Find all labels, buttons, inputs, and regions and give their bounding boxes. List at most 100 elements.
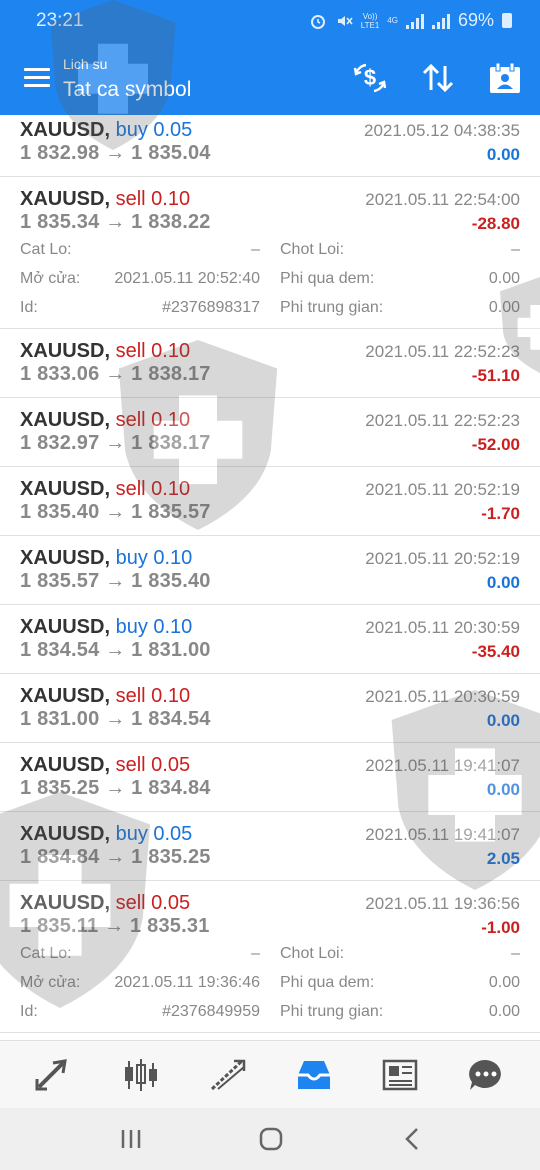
back-icon[interactable] [398,1126,428,1152]
trade-item[interactable]: XAUUSD, sell 0.10 2021.05.11 20:52:19 1 83… [0,467,540,536]
sort-arrows-icon[interactable] [420,60,456,96]
trade-detail-row: Id: #2376898317 Phi trung gian: 0.00 [0,294,540,323]
trade-symbol: XAUUSD, sell 0.10 [20,478,190,501]
signal-icon [405,13,424,29]
menu-icon[interactable] [24,68,50,88]
trade-side: buy 0.10 [115,547,193,569]
trade-side: sell 0.10 [115,340,191,362]
symbol-name: XAUUSD, [20,823,111,845]
symbol-name: XAUUSD, [20,616,111,638]
trade-row-prices: 1 831.00 → 1 834.54 0.00 [0,708,540,733]
trade-symbol: XAUUSD, buy 0.05 [20,823,192,846]
header-title[interactable]: Tat ca symbol [63,78,191,102]
trade-profit: 0.00 [486,780,520,799]
detail-value: 0.00 [488,974,520,991]
recent-apps-icon[interactable] [116,1126,146,1152]
trade-symbol: XAUUSD, sell 0.05 [20,892,190,915]
trade-item[interactable]: XAUUSD, sell 0.10 2021.05.11 22:54:00 1 83… [0,177,540,329]
trade-row-header: XAUUSD, sell 0.10 2021.05.11 20:52:19 [0,476,540,501]
trade-row-header: XAUUSD, buy 0.10 2021.05.11 20:52:19 [0,545,540,570]
trade-item[interactable]: XAUUSD, sell 0.10 2021.05.11 22:52:23 1 83… [0,398,540,467]
trade-item[interactable]: XAUUSD, buy 0.05 2021.05.12 04:38:35 1 832… [0,115,540,177]
trade-time: 2021.05.11 22:54:00 [365,190,520,209]
bottom-navigation [0,1040,540,1108]
trade-profit: 0.00 [486,711,520,730]
trade-profit: -51.10 [471,366,520,385]
battery-percent: 69% [457,10,494,30]
trade-prices: 1 834.54 → 1 831.00 [20,639,211,661]
history-inbox-icon[interactable] [294,1057,334,1093]
symbol-name: XAUUSD, [20,340,111,362]
trade-profit: -1.70 [481,504,520,523]
detail-label: Phi qua dem: [280,974,375,991]
trade-symbol: XAUUSD, sell 0.10 [20,340,190,363]
detail-value: – [511,241,520,258]
symbol-name: XAUUSD, [20,119,111,141]
symbol-name: XAUUSD, [20,188,111,210]
trade-symbol: XAUUSD, sell 0.05 [20,754,190,777]
trade-detail-row: Cat Lo: – Chot Loi: – [0,236,540,265]
trade-prices: 1 833.06 → 1 838.17 [20,363,211,385]
detail-label: Cat Lo: [20,945,72,962]
trade-item[interactable]: XAUUSD, sell 0.10 2021.05.11 20:30:59 1 83… [0,674,540,743]
trade-prices: 1 834.84 → 1 835.25 [20,846,211,868]
trade-prices: 1 835.25 → 1 834.84 [20,777,211,799]
trade-time: 2021.05.11 22:52:23 [365,411,520,430]
calendar-person-icon[interactable] [487,60,523,96]
trade-side: sell 0.05 [115,892,191,914]
symbol-name: XAUUSD, [20,892,111,914]
trade-symbol: XAUUSD, sell 0.10 [20,188,190,211]
trade-side: sell 0.10 [115,188,191,210]
trade-time: 2021.05.11 22:52:23 [365,342,520,361]
mute-icon [337,15,353,26]
detail-value: – [251,241,260,258]
trade-item[interactable]: XAUUSD, buy 0.10 2021.05.11 20:52:19 1 835… [0,536,540,605]
dollar-exchange-icon[interactable]: $ [352,60,388,96]
trade-icon[interactable] [208,1057,248,1093]
chat-icon[interactable] [466,1057,506,1093]
trade-time: 2021.05.11 20:30:59 [365,618,520,637]
trade-row-header: XAUUSD, sell 0.10 2021.05.11 22:54:00 [0,186,540,211]
trade-time: 2021.05.12 04:38:35 [364,121,520,140]
trade-item[interactable]: XAUUSD, buy 0.05 2021.05.11 19:41:07 1 834… [0,812,540,881]
trade-item[interactable]: XAUUSD, sell 0.10 2021.05.11 22:52:23 1 83… [0,329,540,398]
news-icon[interactable] [380,1057,420,1093]
detail-label: Cat Lo: [20,241,72,258]
trade-side: sell 0.05 [115,754,191,776]
trade-row-header: XAUUSD, sell 0.10 2021.05.11 20:30:59 [0,683,540,708]
detail-label: Chot Loi: [280,945,345,962]
trade-profit: -1.00 [481,918,520,937]
trade-side: sell 0.10 [115,685,191,707]
detail-label: Id: [20,1003,38,1020]
trade-history-list[interactable]: XAUUSD, buy 0.05 2021.05.12 04:38:35 1 832… [0,115,540,1040]
trade-prices: 1 835.40 → 1 835.57 [20,501,211,523]
home-icon[interactable] [256,1126,286,1152]
trade-row-header: XAUUSD, buy 0.05 2021.05.12 04:38:35 [0,117,540,142]
trade-item[interactable]: XAUUSD, sell 0.05 2021.05.11 19:41:07 1 83… [0,743,540,812]
chart-candles-icon[interactable] [121,1057,161,1093]
app-header: 23:21 Vo)) LTE1 4G 69% Lich su Tat ca sym… [0,0,540,115]
trade-time: 2021.05.11 20:52:19 [365,480,520,499]
svg-text:$: $ [364,65,376,90]
trade-row-prices: 1 832.97 → 1 838.17 -52.00 [0,432,540,457]
trade-profit: 0.00 [486,145,520,164]
trade-item[interactable]: XAUUSD, sell 0.05 2021.05.11 19:36:56 1 83… [0,881,540,1033]
trade-detail-row: Id: #2376849959 Phi trung gian: 0.00 [0,998,540,1027]
trade-side: buy 0.05 [115,119,193,141]
trade-row-prices: 1 835.25 → 1 834.84 0.00 [0,777,540,802]
trade-side: sell 0.10 [115,409,191,431]
trade-symbol: XAUUSD, sell 0.10 [20,685,190,708]
trade-detail-row: Cat Lo: – Chot Loi: – [0,940,540,969]
quotes-arrows-icon[interactable] [33,1057,73,1093]
detail-label: Chot Loi: [280,241,345,258]
trade-profit: -28.80 [471,214,520,233]
detail-label: Phi trung gian: [280,1003,384,1020]
trade-prices: 1 832.97 → 1 838.17 [20,432,211,454]
trade-time: 2021.05.11 19:36:56 [365,894,520,913]
trade-item[interactable]: XAUUSD, buy 0.10 2021.05.11 20:30:59 1 834… [0,605,540,674]
symbol-name: XAUUSD, [20,478,111,500]
trade-time: 2021.05.11 19:41:07 [365,825,520,844]
detail-label: Phi trung gian: [280,299,384,316]
detail-label: Id: [20,299,38,316]
trade-row-header: XAUUSD, buy 0.05 2021.05.11 19:41:07 [0,821,540,846]
